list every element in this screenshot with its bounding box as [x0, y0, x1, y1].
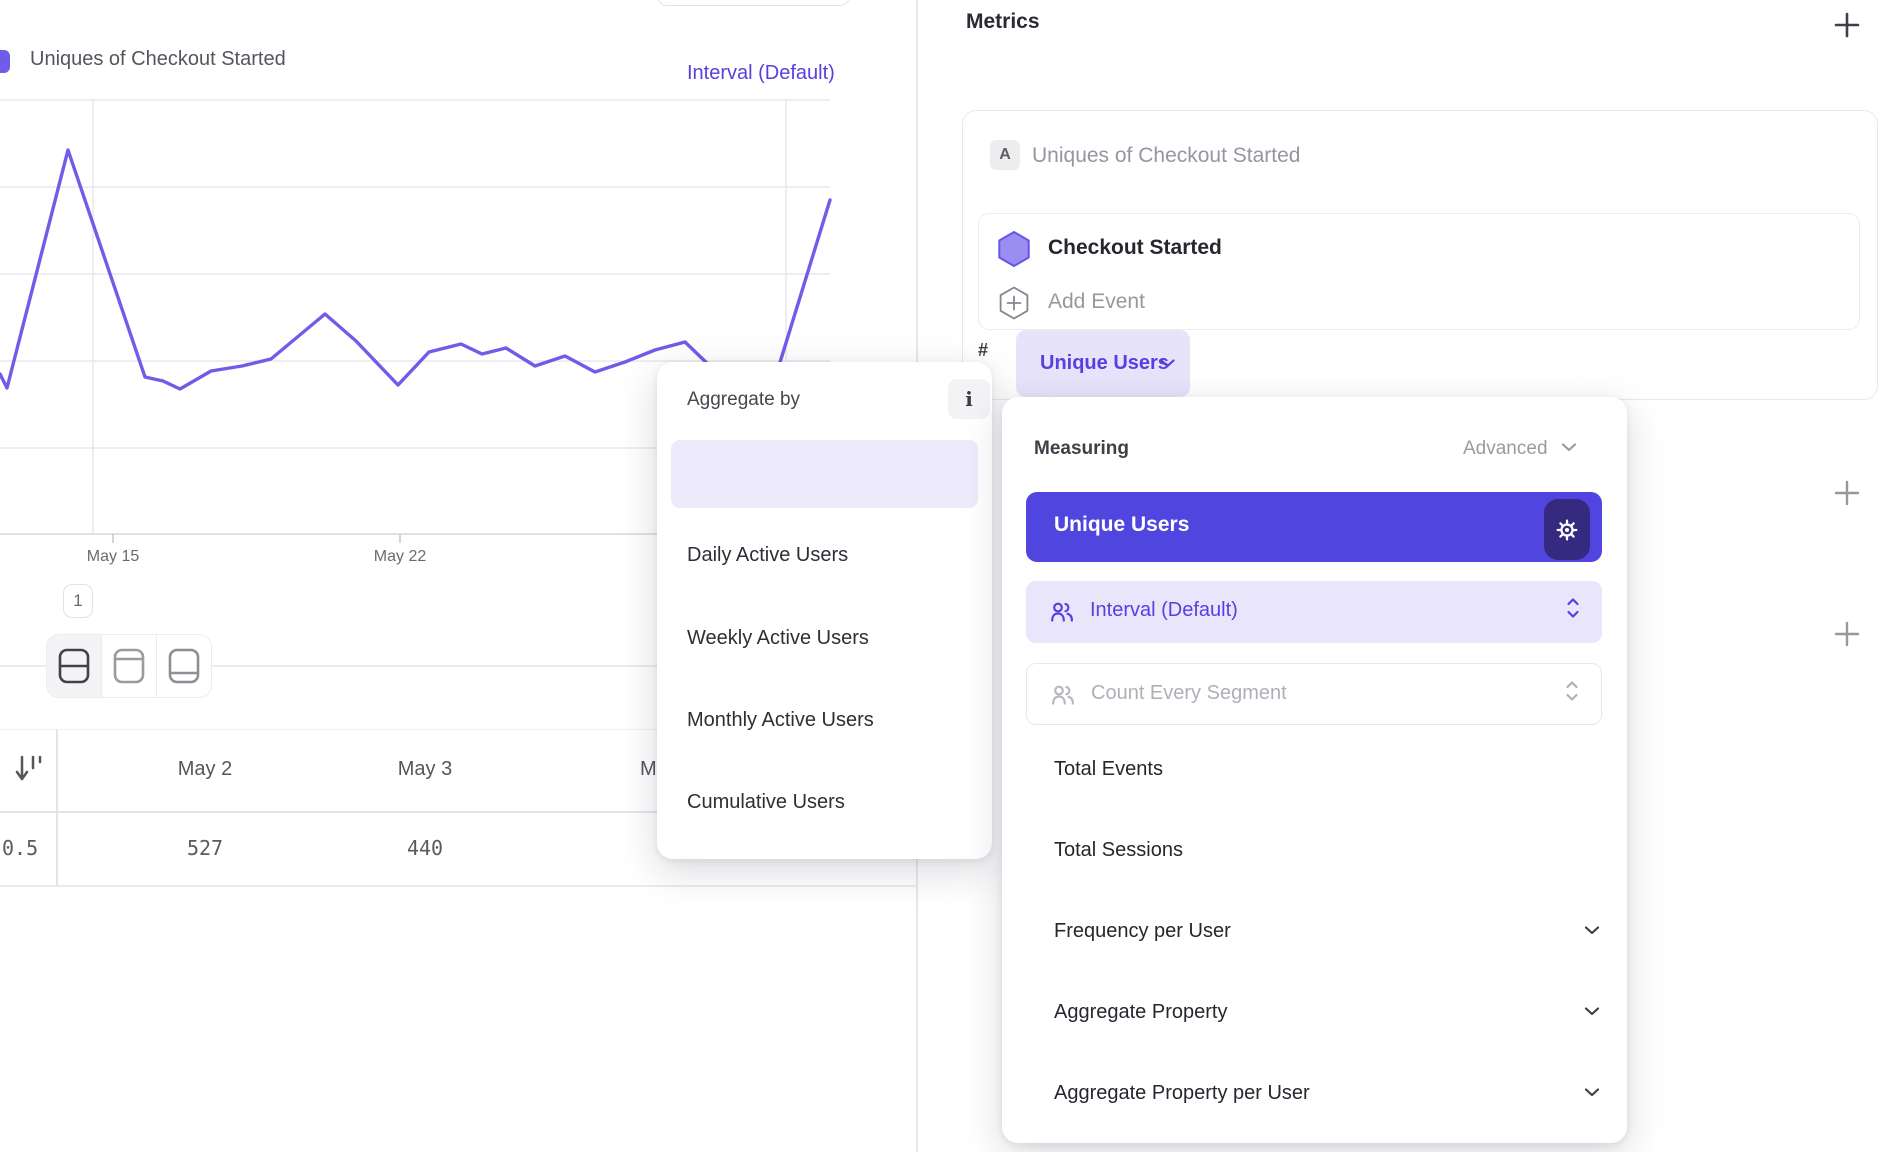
layout-split-button[interactable]: [47, 635, 102, 697]
option-total-events[interactable]: Total Events: [1054, 758, 1163, 781]
dropdown-row-label: Interval (Default): [1090, 599, 1238, 622]
measurement-chip[interactable]: Unique Users: [1016, 330, 1190, 397]
up-down-chevrons-icon: [1566, 596, 1580, 620]
people-icon: [1049, 684, 1077, 706]
top-row-icon: [112, 646, 146, 686]
menu-item-monthly-active-users[interactable]: Monthly Active Users: [687, 709, 874, 732]
advanced-label: Advanced: [1463, 438, 1548, 459]
dropdown-row-label: Count Every Segment: [1091, 682, 1287, 705]
chevron-down-icon: [1561, 443, 1577, 452]
gear-icon: [1554, 517, 1580, 543]
add-breakdown-icon[interactable]: [1833, 620, 1861, 648]
chevron-down-icon: [1160, 359, 1175, 368]
add-event-button[interactable]: Add Event: [1048, 290, 1145, 314]
axis-ticks: [113, 534, 400, 543]
layout-chart-top-button[interactable]: [102, 635, 157, 697]
table-cell-may3[interactable]: 440: [365, 836, 485, 860]
advanced-toggle[interactable]: Advanced: [1463, 438, 1569, 460]
measuring-header: Measuring: [1034, 438, 1129, 460]
table-cell-may2[interactable]: 527: [145, 836, 265, 860]
info-icon[interactable]: i: [948, 379, 990, 419]
dropdown-row-interval[interactable]: Interval (Default): [1026, 581, 1602, 643]
metric-letter-badge: A: [990, 140, 1020, 170]
add-metric-icon[interactable]: [1833, 11, 1861, 39]
split-rows-icon: [57, 646, 91, 686]
menu-item-cumulative-users[interactable]: Cumulative Users: [687, 791, 845, 814]
chevron-down-icon: [1584, 926, 1600, 935]
aggregate-by-header: Aggregate by: [687, 389, 800, 411]
metrics-panel-title: Metrics: [966, 10, 1040, 34]
people-icon: [1048, 601, 1076, 623]
menu-item-weekly-active-users[interactable]: Weekly Active Users: [687, 627, 869, 650]
dropdown-row-count-every-segment[interactable]: Count Every Segment: [1026, 663, 1602, 725]
event-name[interactable]: Checkout Started: [1048, 236, 1222, 260]
chevron-down-icon: [1584, 1088, 1600, 1097]
option-aggregate-property[interactable]: Aggregate Property: [1054, 1001, 1227, 1024]
measuring-menu: Measuring Advanced Unique Users Interval…: [1002, 397, 1627, 1143]
sort-icon[interactable]: [14, 752, 44, 786]
measurement-chip-label: Unique Users: [1040, 352, 1169, 375]
option-unique-users-selected[interactable]: Unique Users: [1026, 492, 1602, 562]
metric-name[interactable]: Uniques of Checkout Started: [1032, 144, 1301, 168]
add-filter-icon[interactable]: [1833, 479, 1861, 507]
series-count-badge[interactable]: 1: [63, 584, 93, 618]
layout-chart-bottom-button[interactable]: [157, 635, 211, 697]
bottom-row-icon: [167, 646, 201, 686]
x-axis-label-may15: May 15: [53, 548, 173, 566]
event-hexagon-icon: [997, 231, 1031, 267]
settings-button[interactable]: [1544, 499, 1590, 560]
option-total-sessions[interactable]: Total Sessions: [1054, 839, 1183, 862]
option-aggregate-property-per-user[interactable]: Aggregate Property per User: [1054, 1082, 1310, 1105]
layout-toggle-group: [46, 634, 212, 698]
table-header-may2[interactable]: May 2: [145, 758, 265, 781]
table-header-may3[interactable]: May 3: [365, 758, 485, 781]
table-row-border: [0, 885, 916, 887]
numeric-type-symbol: #: [978, 340, 988, 361]
selected-item-highlight: [671, 440, 978, 508]
menu-item-daily-active-users[interactable]: Daily Active Users: [687, 544, 848, 567]
option-unique-users-label: Unique Users: [1054, 513, 1189, 537]
table-row-label-fragment: 0.5: [2, 836, 38, 860]
x-axis-label-may22: May 22: [340, 548, 460, 566]
menu-item-interval-default[interactable]: Interval (Default): [687, 62, 835, 85]
chevron-down-icon: [1584, 1007, 1600, 1016]
aggregate-by-menu: Aggregate by i Interval (Default) Daily …: [657, 362, 992, 859]
add-event-hexagon-icon: [998, 286, 1030, 320]
up-down-chevrons-icon: [1565, 679, 1579, 703]
table-column-border: [56, 729, 58, 886]
option-frequency-per-user[interactable]: Frequency per User: [1054, 920, 1231, 943]
insights-report-screen: Uniques of Checkout Started May 15 May 2…: [0, 0, 1898, 1152]
